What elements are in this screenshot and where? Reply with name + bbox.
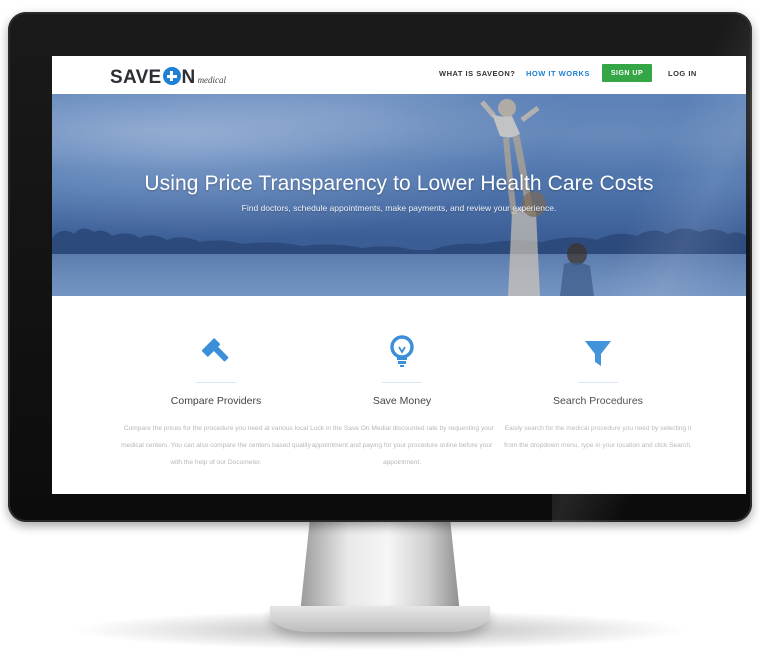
logo-word-save: SAVE xyxy=(110,67,162,88)
hero-subtitle: Find doctors, schedule appointments, mak… xyxy=(241,203,557,213)
feature-description: Compare the prices for the procedure you… xyxy=(121,425,311,466)
feature-divider xyxy=(382,382,422,383)
nav-log-in[interactable]: LOG IN xyxy=(668,69,697,78)
logo-plus-icon xyxy=(162,67,181,85)
feature-divider xyxy=(578,382,618,383)
website-screen: SAVE N medical WHAT IS SAVEON? HOW IT WO… xyxy=(52,56,746,494)
feature-description: Lock in the Save On Medial discounted ra… xyxy=(310,425,494,466)
features-section: Compare Providers Compare the prices for… xyxy=(52,296,746,494)
monitor-stand-neck xyxy=(300,522,460,614)
sign-up-button[interactable]: SIGN UP xyxy=(602,64,652,82)
hero-field xyxy=(52,254,746,296)
hero-title: Using Price Transparency to Lower Health… xyxy=(144,172,654,195)
nav-how-it-works[interactable]: HOW IT WORKS xyxy=(526,69,590,78)
feature-title: Save Money xyxy=(372,395,432,407)
monitor-stand-base xyxy=(270,606,490,632)
lightbulb-icon xyxy=(390,335,414,367)
logo-word-n: N xyxy=(181,67,196,88)
feature-title: Search Procedures xyxy=(553,395,643,407)
saveon-logo[interactable]: SAVE N medical xyxy=(110,65,226,89)
monitor-bezel: SAVE N medical WHAT IS SAVEON? HOW IT WO… xyxy=(8,12,752,522)
gavel-icon xyxy=(201,338,229,362)
feature-divider xyxy=(196,382,236,383)
filter-icon xyxy=(585,341,611,366)
top-nav: SAVE N medical WHAT IS SAVEON? HOW IT WO… xyxy=(52,56,746,94)
feature-description: Easily search for the medical procedure … xyxy=(504,425,692,449)
feature-title: Compare Providers xyxy=(170,395,262,407)
hero-banner: Using Price Transparency to Lower Health… xyxy=(52,94,746,296)
nav-what-is-saveon[interactable]: WHAT IS SAVEON? xyxy=(439,69,515,78)
hero-sky xyxy=(52,94,746,214)
logo-subtitle: medical xyxy=(197,75,227,85)
